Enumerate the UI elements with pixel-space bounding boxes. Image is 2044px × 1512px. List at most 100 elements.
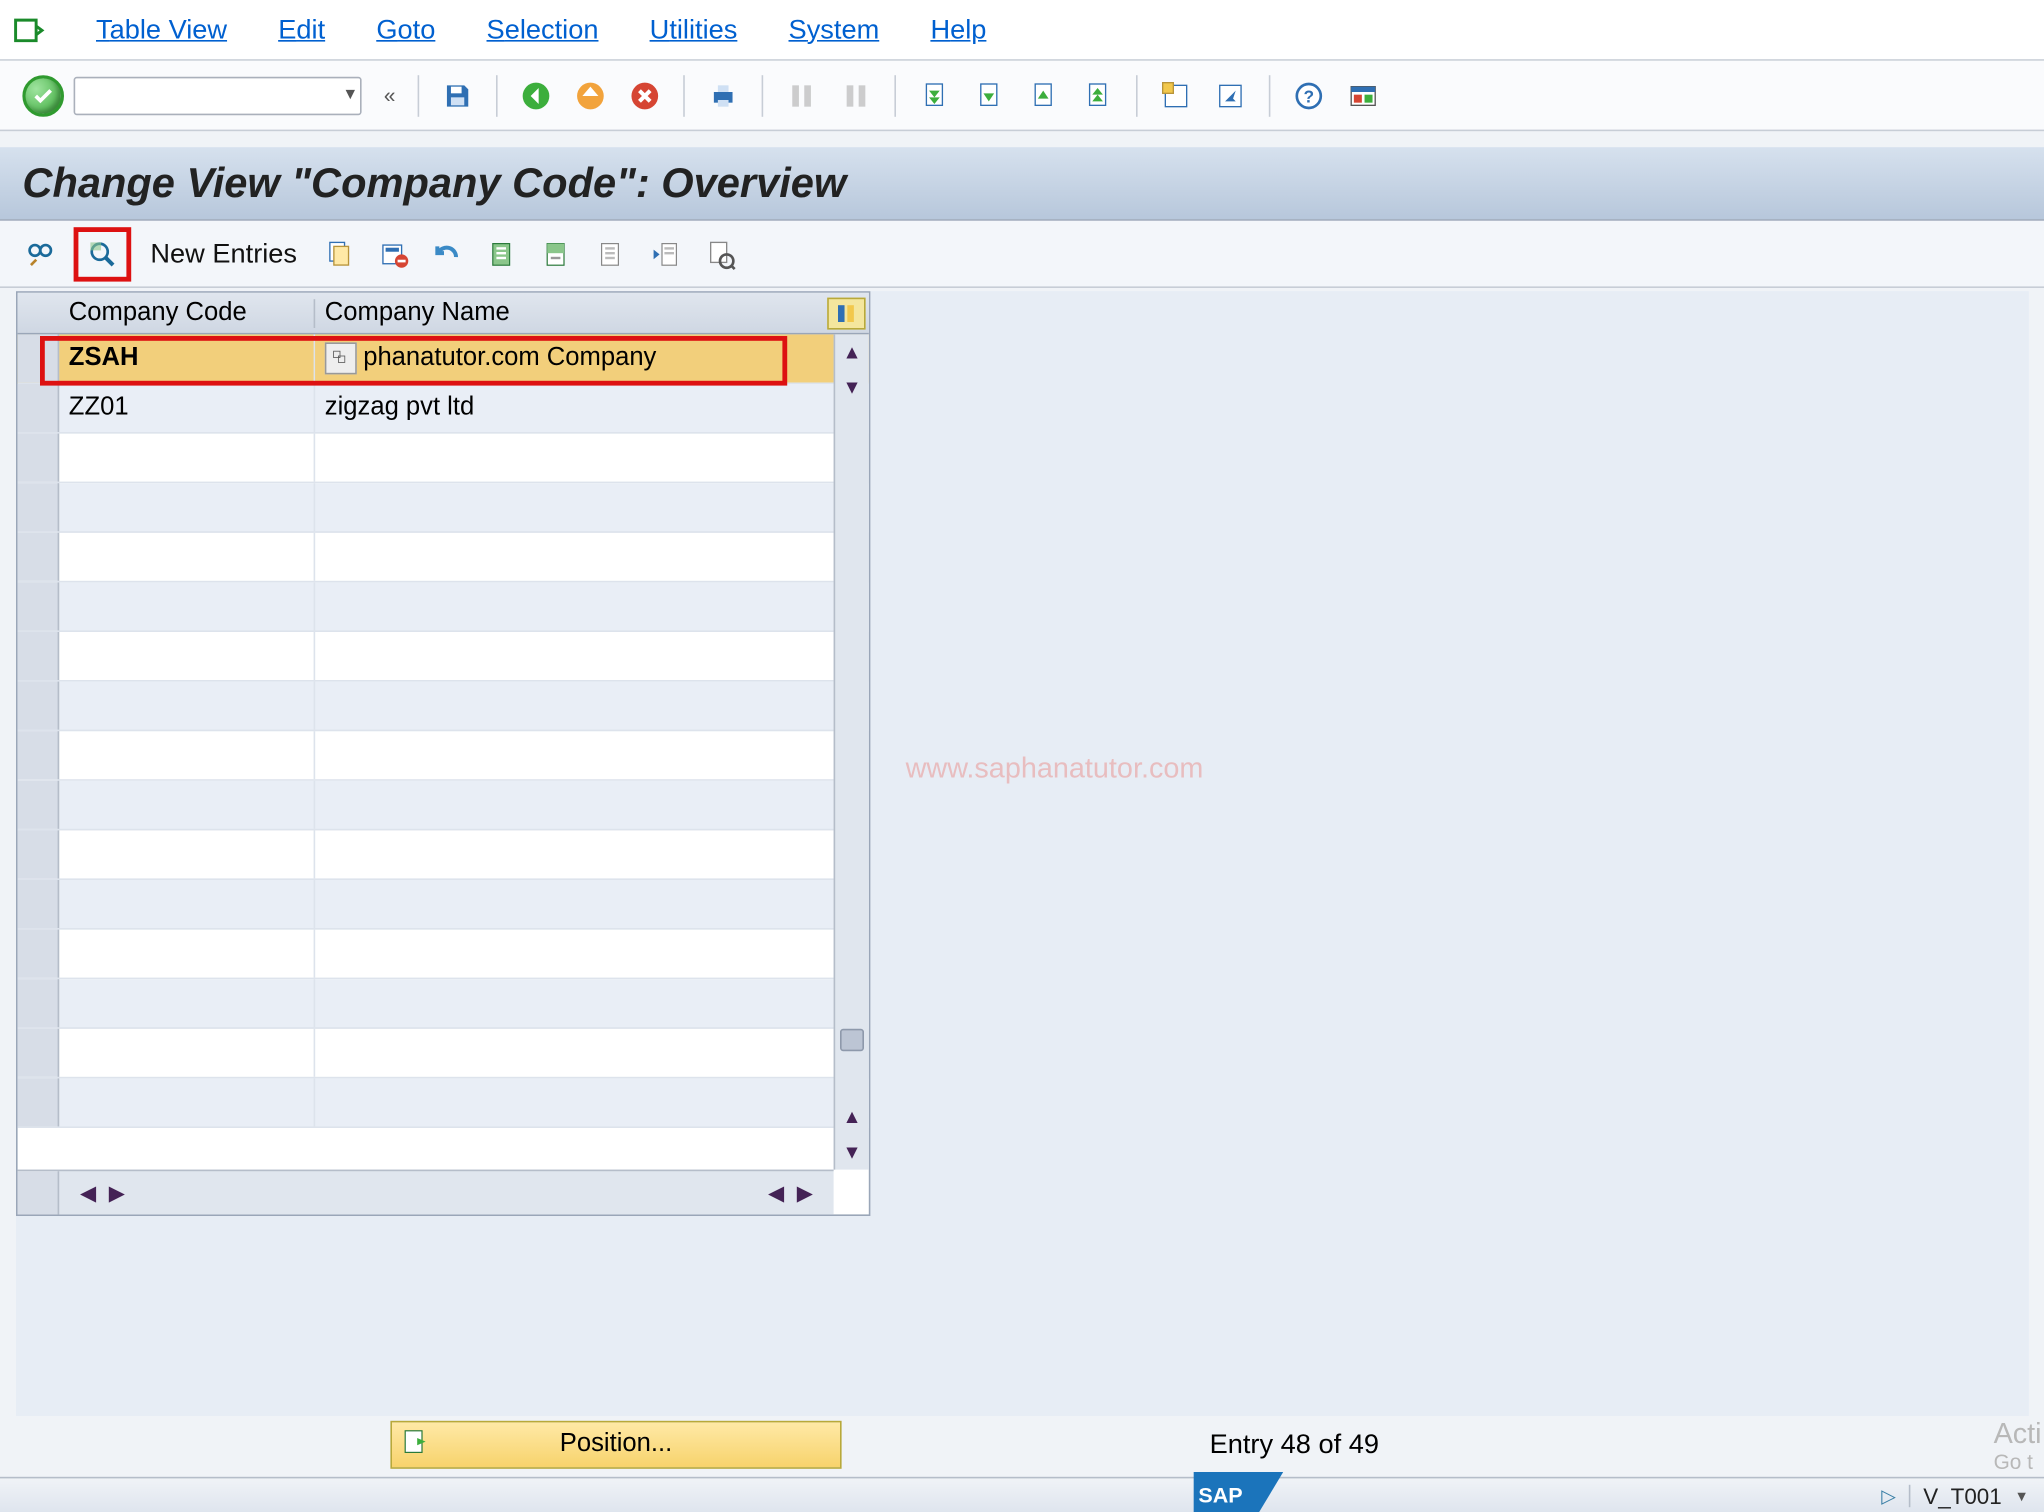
scroll-thumb[interactable] [840, 1029, 864, 1051]
cell-company-name[interactable] [315, 880, 869, 928]
find-icon[interactable] [779, 74, 824, 116]
table-row-empty[interactable] [18, 434, 869, 484]
deselect-all-icon[interactable] [588, 233, 633, 275]
table-row-empty[interactable] [18, 1029, 869, 1079]
cell-company-code[interactable] [59, 880, 315, 928]
table-row-empty[interactable] [18, 979, 869, 1029]
cell-company-name[interactable] [315, 731, 869, 779]
vertical-scrollbar[interactable]: ▲ ▼ ▲ ▼ [834, 334, 869, 1169]
menu-selection[interactable]: Selection [461, 7, 624, 52]
cell-company-code[interactable] [59, 1029, 315, 1077]
menu-help[interactable]: Help [905, 7, 1012, 52]
table-row-empty[interactable] [18, 483, 869, 533]
save-icon[interactable] [435, 74, 480, 116]
cell-company-name[interactable]: zigzag pvt ltd [315, 384, 869, 432]
cell-company-code[interactable] [59, 682, 315, 730]
f4-help-icon[interactable] [325, 342, 357, 374]
details-icon[interactable] [80, 233, 125, 275]
row-selector[interactable] [18, 632, 60, 680]
menu-utilities[interactable]: Utilities [624, 7, 763, 52]
print-icon[interactable] [701, 74, 746, 116]
row-selector[interactable] [18, 1029, 60, 1077]
next-page-icon[interactable] [1021, 74, 1066, 116]
cell-company-name[interactable] [315, 1078, 869, 1126]
undo-icon[interactable] [425, 233, 470, 275]
row-selector[interactable] [18, 533, 60, 581]
row-selector[interactable] [18, 483, 60, 531]
scroll-down-step-icon[interactable]: ▼ [835, 370, 869, 405]
find-next-icon[interactable] [834, 74, 879, 116]
menu-goto[interactable]: Goto [351, 7, 461, 52]
row-selector[interactable] [18, 582, 60, 630]
cell-company-name[interactable] [315, 979, 869, 1027]
table-row-empty[interactable] [18, 880, 869, 930]
config-columns-icon[interactable] [643, 233, 688, 275]
select-block-icon[interactable] [534, 233, 579, 275]
help-icon[interactable]: ? [1287, 74, 1332, 116]
back-icon[interactable] [514, 74, 559, 116]
scroll-up-icon[interactable]: ▲ [835, 334, 869, 369]
table-row[interactable]: ZZ01zigzag pvt ltd [18, 384, 869, 434]
table-row-empty[interactable] [18, 830, 869, 880]
row-selector[interactable] [18, 731, 60, 779]
table-row[interactable]: ZSAHphanatutor.com Company [18, 334, 869, 384]
menu-command-icon[interactable] [10, 10, 48, 48]
exit-icon[interactable] [568, 74, 613, 116]
cell-company-code[interactable] [59, 830, 315, 878]
cell-company-name[interactable] [315, 483, 869, 531]
row-selector[interactable] [18, 682, 60, 730]
prev-page-icon[interactable] [967, 74, 1012, 116]
row-selector[interactable] [18, 434, 60, 482]
cell-company-code[interactable]: ZSAH [59, 334, 315, 382]
cell-company-code[interactable] [59, 483, 315, 531]
command-dropdown-icon[interactable]: ▼ [333, 86, 368, 104]
table-row-empty[interactable] [18, 533, 869, 583]
command-field[interactable] [74, 76, 362, 114]
cell-company-code[interactable] [59, 632, 315, 680]
first-page-icon[interactable] [912, 74, 957, 116]
row-selector[interactable] [18, 1078, 60, 1126]
cell-company-name[interactable] [315, 682, 869, 730]
hscroll-left-icon[interactable]: ◀ [75, 1178, 101, 1207]
cell-company-name[interactable] [315, 930, 869, 978]
last-page-icon[interactable] [1075, 74, 1120, 116]
cell-company-code[interactable] [59, 533, 315, 581]
col-company-code[interactable]: Company Code [59, 298, 315, 327]
layout-icon[interactable] [1341, 74, 1386, 116]
history-back-icon[interactable]: « [377, 83, 401, 107]
row-selector[interactable] [18, 830, 60, 878]
cell-company-code[interactable] [59, 930, 315, 978]
new-session-icon[interactable] [1154, 74, 1199, 116]
menu-edit[interactable]: Edit [253, 7, 351, 52]
cell-company-code[interactable] [59, 582, 315, 630]
cell-company-name[interactable]: phanatutor.com Company [315, 334, 869, 382]
position-button[interactable]: Position... [390, 1421, 841, 1469]
menu-table-view[interactable]: Table View [70, 7, 252, 52]
row-selector[interactable] [18, 334, 60, 382]
cell-company-code[interactable]: ZZ01 [59, 384, 315, 432]
cell-company-name[interactable] [315, 533, 869, 581]
cell-company-code[interactable] [59, 434, 315, 482]
scroll-down-icon[interactable]: ▼ [835, 1134, 869, 1169]
shortcut-icon[interactable] [1208, 74, 1253, 116]
cell-company-code[interactable] [59, 781, 315, 829]
new-entries-button[interactable]: New Entries [141, 238, 307, 270]
table-row-empty[interactable] [18, 582, 869, 632]
cell-company-code[interactable] [59, 979, 315, 1027]
delete-icon[interactable] [371, 233, 416, 275]
hscroll-right-icon[interactable]: ▶ [104, 1178, 130, 1207]
cell-company-name[interactable] [315, 434, 869, 482]
scroll-track[interactable] [835, 405, 869, 1099]
cell-company-name[interactable] [315, 830, 869, 878]
cell-company-name[interactable] [315, 781, 869, 829]
select-all-icon[interactable] [479, 233, 524, 275]
scroll-up2-icon[interactable]: ▲ [835, 1099, 869, 1134]
table-row-empty[interactable] [18, 682, 869, 732]
status-expand-icon[interactable]: ▷ [1881, 1484, 1896, 1506]
col-company-name[interactable]: Company Name [315, 298, 824, 327]
row-selector[interactable] [18, 930, 60, 978]
cancel-icon[interactable] [623, 74, 668, 116]
table-row-empty[interactable] [18, 1078, 869, 1128]
enter-button[interactable] [22, 74, 64, 116]
row-selector[interactable] [18, 384, 60, 432]
